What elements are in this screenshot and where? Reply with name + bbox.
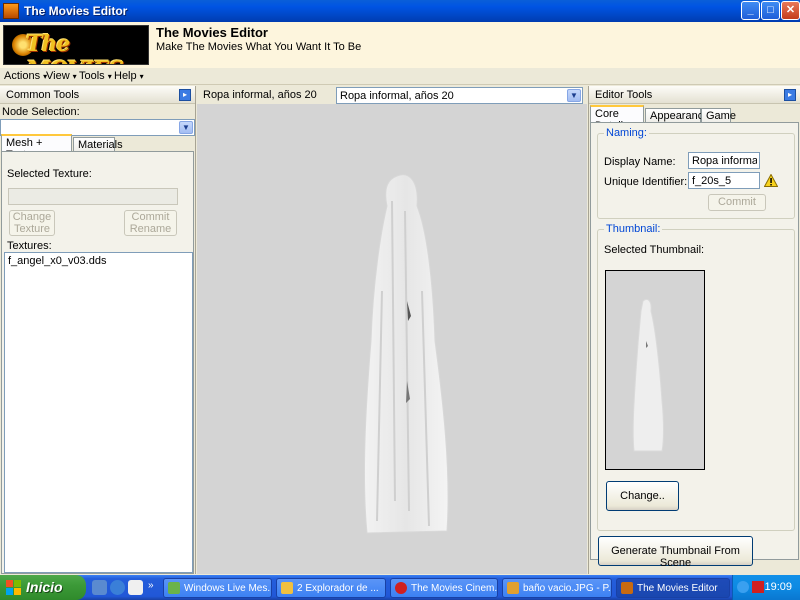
editor-tools-panel: Editor Tools ▸ Core Details Appearance G… — [588, 86, 800, 574]
common-tools-panel: Common Tools ▸ Node Selection: ▼ Mesh + … — [0, 86, 196, 574]
maximize-button[interactable]: □ — [761, 1, 780, 20]
chevron-down-icon: ▼ — [567, 89, 581, 102]
display-name-label: Display Name: — [604, 156, 676, 168]
change-texture-button[interactable]: Change Texture — [9, 210, 55, 236]
unique-identifier-field[interactable]: f_20s_5 — [688, 172, 760, 189]
system-tray: 19:09 — [732, 575, 800, 600]
chevron-down-icon: ▾ — [139, 72, 144, 81]
app-icon — [3, 3, 19, 19]
editor-tools-header: Editor Tools ▸ — [589, 86, 800, 104]
commit-button[interactable]: Commit — [708, 194, 766, 211]
pin-icon[interactable]: ▸ — [179, 89, 191, 101]
task-paint-image[interactable]: baño vacio.JPG - P... — [502, 578, 612, 598]
change-thumbnail-button[interactable]: Change.. — [606, 481, 679, 511]
thumbnail-preview — [605, 270, 705, 470]
menu-bar: Actions ▾ View ▾ Tools ▾ Help ▾ — [0, 68, 800, 85]
panel-title: Editor Tools — [595, 89, 653, 101]
chevron-down-icon: ▾ — [72, 72, 77, 81]
textures-label: Textures: — [7, 240, 52, 252]
windows-flag-icon — [6, 580, 21, 595]
pin-icon[interactable]: ▸ — [784, 89, 796, 101]
start-label: Inicio — [26, 579, 63, 595]
the-movies-logo: The MOVIES — [3, 25, 149, 65]
minimize-button[interactable]: _ — [741, 1, 760, 20]
core-details-page: Naming: Display Name: Ropa informal, año… — [590, 122, 799, 569]
panel-title: Common Tools — [6, 89, 80, 101]
commit-rename-button[interactable]: Commit Rename — [124, 210, 177, 236]
menu-help[interactable]: Help ▾ — [114, 70, 144, 82]
textures-list[interactable]: f_angel_x0_v03.dds — [4, 252, 193, 573]
title-bar: The Movies Editor _ □ ✕ — [0, 0, 800, 22]
common-tools-header: Common Tools ▸ — [0, 86, 195, 104]
taskbar: Inicio » Windows Live Mes... 2 Explorado… — [0, 575, 800, 600]
task-windows-live-messenger[interactable]: Windows Live Mes... — [163, 578, 272, 598]
logo-text: The MOVIES — [26, 31, 124, 64]
list-item[interactable]: f_angel_x0_v03.dds — [8, 255, 106, 267]
opera-icon — [395, 582, 407, 594]
clock[interactable]: 19:09 — [764, 581, 792, 593]
menu-tools[interactable]: Tools ▾ — [79, 70, 112, 82]
start-button[interactable]: Inicio — [0, 575, 86, 600]
costume-name-label: Ropa informal, años 20 — [203, 89, 317, 101]
close-button[interactable]: ✕ — [781, 1, 800, 20]
thumbnail-legend: Thumbnail: — [604, 223, 663, 235]
selected-thumbnail-label: Selected Thumbnail: — [604, 244, 705, 256]
costume-select-dropdown[interactable]: Ropa informal, años 20 ▼ — [336, 87, 583, 104]
thumbnail-image — [632, 298, 664, 452]
paint-icon — [507, 582, 519, 594]
naming-groupbox: Naming: Display Name: Ropa informal, año… — [597, 127, 795, 219]
unique-identifier-label: Unique Identifier: — [604, 176, 688, 188]
scene-viewport[interactable]: Ropa informal, años 20 Ropa informal, añ… — [197, 86, 587, 574]
costume-model-preview — [363, 174, 449, 534]
header-banner: The MOVIES The Movies Editor Make The Mo… — [0, 22, 800, 68]
app-name: The Movies Editor — [156, 25, 268, 40]
quicklaunch-expand-icon[interactable]: » — [148, 580, 154, 591]
warning-icon — [764, 174, 778, 187]
language-icon[interactable] — [737, 581, 749, 593]
display-name-field[interactable]: Ropa informal, años 20 — [688, 152, 760, 169]
tab-mesh-textures[interactable]: Mesh + Textures — [1, 134, 72, 161]
menu-actions[interactable]: Actions ▾ — [4, 70, 47, 82]
viewport-toolbar: Ropa informal, años 20 Ropa informal, añ… — [197, 86, 587, 104]
menu-view[interactable]: View ▾ — [46, 70, 77, 82]
node-selection-label: Node Selection: — [2, 106, 80, 118]
task-the-movies-cinema[interactable]: The Movies Cinem... — [390, 578, 498, 598]
chevron-down-icon: ▼ — [179, 121, 193, 134]
generate-thumbnail-button[interactable]: Generate Thumbnail From Scene — [598, 536, 753, 569]
mesh-textures-page: Selected Texture: Change Texture Commit … — [1, 151, 194, 574]
selected-texture-label: Selected Texture: — [7, 168, 92, 180]
window-title: The Movies Editor — [24, 4, 128, 18]
media-player-icon[interactable] — [92, 580, 107, 595]
show-desktop-icon[interactable] — [128, 580, 143, 595]
thumbnail-groupbox: Thumbnail: Selected Thumbnail: Change.. — [597, 223, 795, 531]
internet-explorer-icon[interactable] — [110, 580, 125, 595]
task-the-movies-editor[interactable]: The Movies Editor — [616, 578, 730, 598]
tab-core-details[interactable]: Core Details — [590, 105, 644, 132]
naming-legend: Naming: — [604, 127, 649, 139]
chevron-down-icon: ▾ — [107, 72, 112, 81]
movies-editor-icon — [621, 582, 633, 594]
antivirus-icon[interactable] — [752, 581, 764, 593]
messenger-icon — [168, 582, 180, 594]
selected-texture-field[interactable] — [8, 188, 178, 205]
app-tagline: Make The Movies What You Want It To Be — [156, 41, 362, 53]
task-explorer[interactable]: 2 Explorador de ... — [276, 578, 386, 598]
folder-icon — [281, 582, 293, 594]
